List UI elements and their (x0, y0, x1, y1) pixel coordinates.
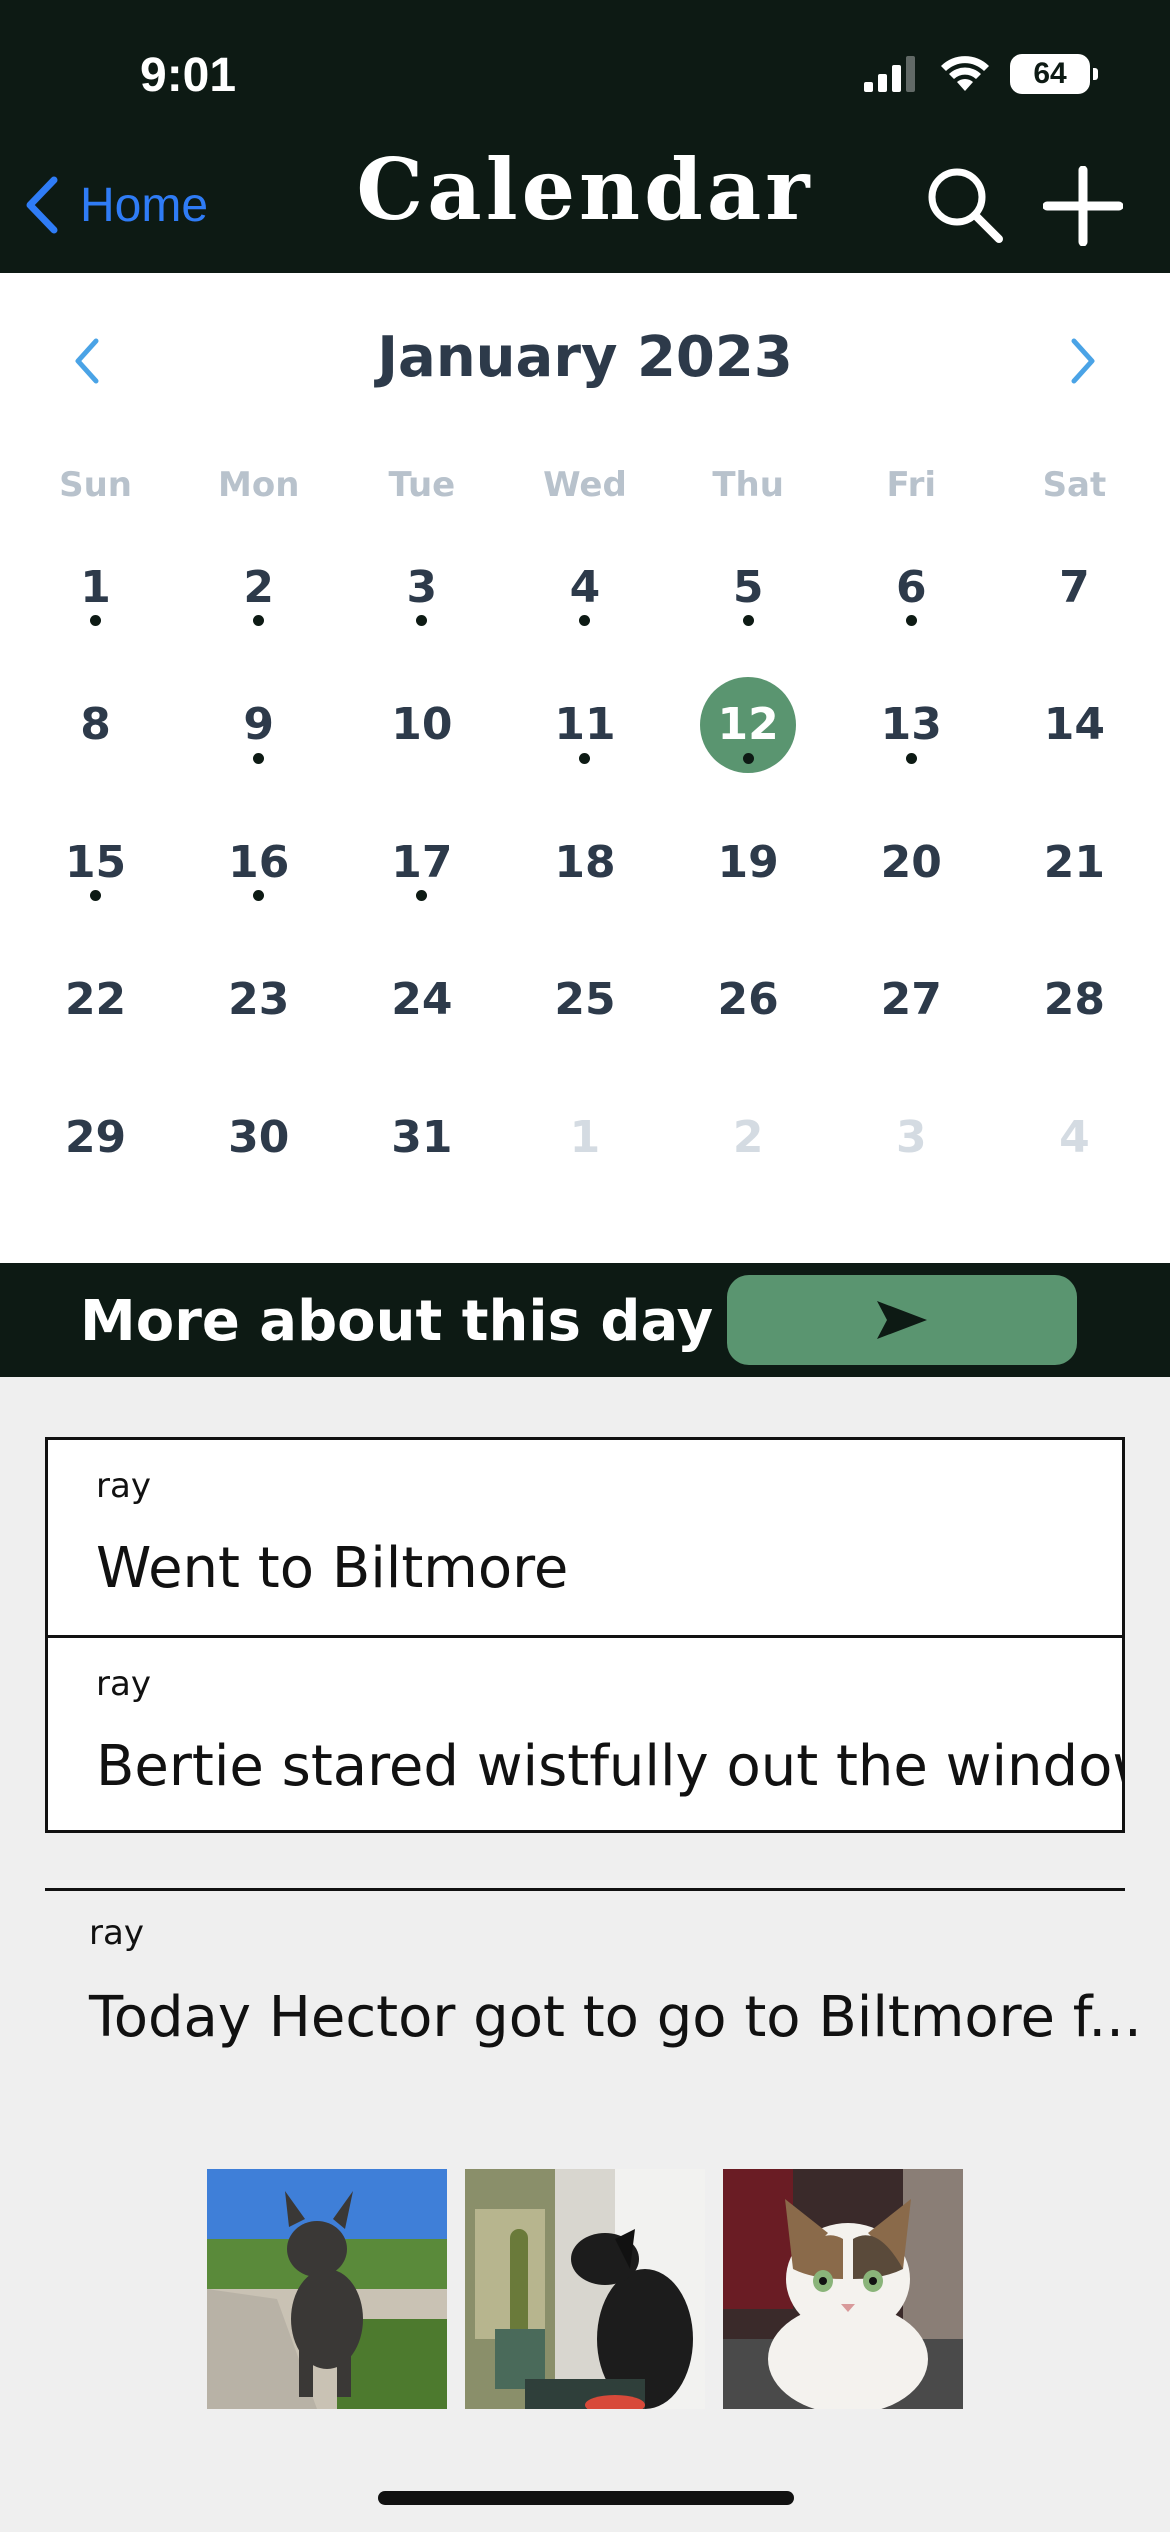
back-home-button[interactable]: Home (24, 176, 208, 234)
day-number: 21 (1043, 836, 1106, 888)
day-number: 31 (391, 1111, 453, 1163)
day-number: 14 (1043, 699, 1106, 750)
post-text: Bertie stared wistfully out the window (96, 1734, 1122, 1799)
day-number: 7 (1059, 561, 1090, 613)
day-number: 22 (64, 974, 127, 1025)
next-month-button[interactable] (1066, 335, 1100, 391)
weekday-label: Fri (886, 465, 937, 505)
day-number: 19 (717, 836, 779, 888)
day-number: 29 (64, 1111, 127, 1163)
entry-dot-indicator (905, 752, 917, 764)
post-item[interactable]: ray Today Hector got to go to Biltmore f… (45, 1891, 1142, 2091)
day-number: 4 (1059, 1111, 1090, 1163)
weekday-header: Sun Mon Tue Wed Thu Fri Sat (14, 465, 1156, 505)
cat-photo[interactable] (723, 2169, 963, 2409)
wifi-icon (941, 56, 989, 91)
french-bulldog-photo[interactable] (207, 2169, 447, 2409)
day-number: 26 (717, 974, 779, 1025)
day-grid: 1 2 3 4 5 6 7 8 9 10 11 12 13 14 15 16 17 18 19 20 21 22 23 24 2… (14, 562, 1156, 1261)
app-header: 9:01 64 Home Calendar (0, 0, 1170, 273)
day-number: 3 (895, 1111, 927, 1163)
post-text: Today Hector got to go to Biltmore f... (89, 1985, 1142, 2050)
weekday-label: Sun (59, 465, 133, 505)
post-author: ray (89, 1913, 144, 1953)
day-number: 2 (732, 1111, 764, 1163)
post-list: ray Went to Biltmore ray Bertie stared w… (45, 1437, 1125, 1833)
entry-dot-indicator (579, 752, 591, 764)
weekday-label: Wed (543, 465, 627, 505)
add-entry-button[interactable] (1042, 165, 1124, 250)
chevron-left-icon (26, 176, 58, 234)
entry-dot-indicator (90, 890, 102, 901)
entry-dot-indicator (253, 752, 265, 764)
day-number: 30 (228, 1111, 290, 1163)
day-number: 10 (391, 699, 453, 750)
calendar-day[interactable]: 3 (830, 1112, 993, 1261)
status-icons: 64 (864, 54, 1098, 94)
calendar-day[interactable]: 4 (993, 1112, 1156, 1261)
calendar: January 2023 Sun Mon Tue Wed Thu Fri Sat… (0, 273, 1170, 1263)
post-author: ray (96, 1664, 151, 1704)
day-number: 24 (391, 974, 453, 1025)
weekday-label: Thu (712, 465, 784, 505)
calendar-day[interactable]: 1 (503, 1112, 666, 1261)
more-about-day-bar: More about this day (0, 1263, 1170, 1377)
day-number: 25 (554, 974, 616, 1025)
more-about-day-button[interactable] (727, 1275, 1077, 1365)
calendar-day[interactable]: 31 (340, 1112, 503, 1261)
calendar-day[interactable]: 30 (177, 1112, 340, 1261)
black-dog-photo[interactable] (465, 2169, 705, 2409)
day-number: 27 (880, 974, 942, 1025)
entry-dot-indicator (905, 615, 917, 626)
home-indicator[interactable] (378, 2491, 794, 2505)
post-author: ray (96, 1466, 151, 1506)
photo-thumbnails (207, 2169, 963, 2409)
entry-dot-indicator (742, 615, 754, 626)
search-button[interactable] (925, 165, 1005, 249)
day-number: 20 (880, 836, 942, 888)
day-number: 28 (1043, 974, 1106, 1025)
post-text: Went to Biltmore (96, 1536, 569, 1601)
day-number: 23 (228, 974, 290, 1025)
send-arrow-icon (877, 1301, 927, 1339)
post-item[interactable]: ray Went to Biltmore (48, 1440, 1122, 1635)
status-time: 9:01 (140, 49, 237, 102)
weekday-label: Tue (388, 465, 456, 505)
month-label: January 2023 (377, 325, 793, 390)
plus-icon (1042, 165, 1124, 247)
weekday-label: Mon (218, 465, 300, 505)
calendar-day[interactable]: 2 (667, 1112, 830, 1261)
entry-dot-indicator (742, 752, 754, 764)
search-icon (928, 168, 1003, 243)
more-about-day-label: More about this day (80, 1289, 714, 1354)
month-navigation: January 2023 (0, 325, 1170, 405)
day-number: 1 (569, 1111, 601, 1163)
weekday-label: Sat (1042, 465, 1107, 505)
battery-icon: 64 (1010, 54, 1098, 94)
calendar-day[interactable]: 29 (14, 1112, 177, 1261)
day-number: 8 (80, 699, 111, 750)
post-item[interactable]: ray Bertie stared wistfully out the wind… (48, 1635, 1122, 1830)
day-number: 18 (554, 836, 616, 888)
cellular-signal-icon (864, 56, 915, 92)
entry-dot-indicator (90, 615, 102, 626)
chevron-right-icon (1071, 338, 1095, 384)
back-label: Home (80, 178, 209, 232)
